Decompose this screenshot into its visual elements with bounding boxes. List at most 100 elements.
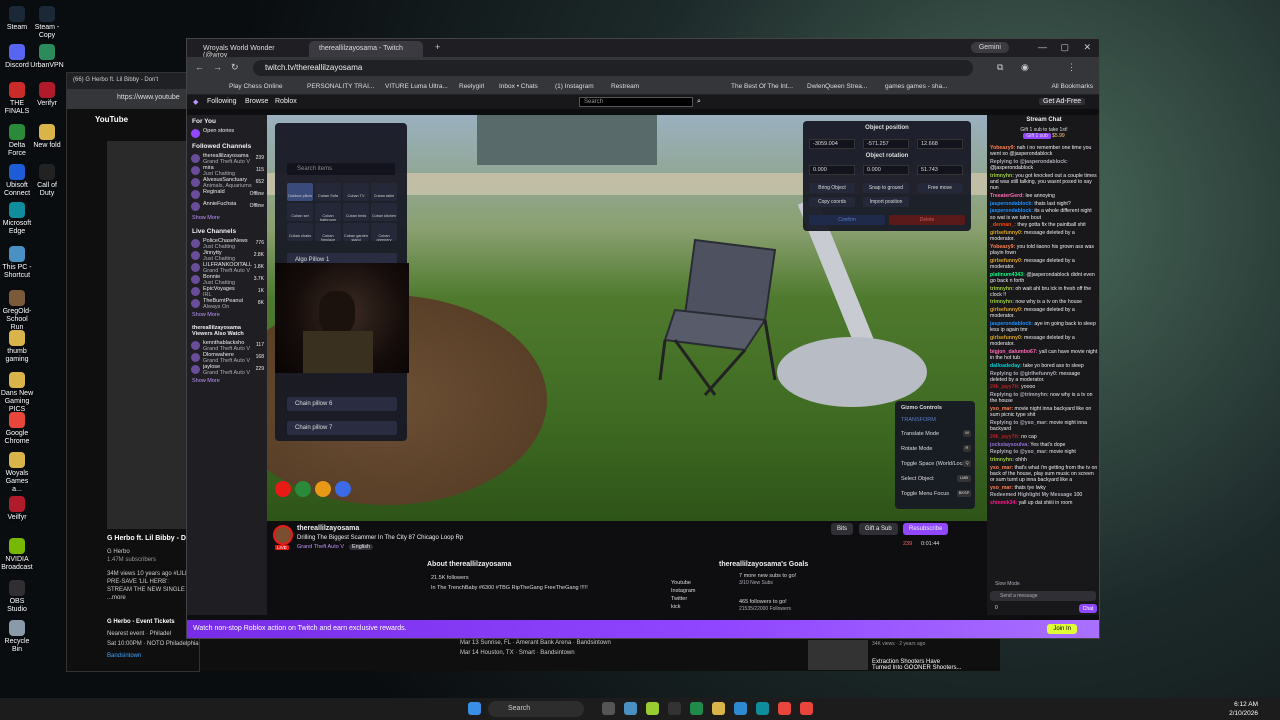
rot-x-input[interactable]: 0.000 (809, 165, 855, 175)
url-input[interactable]: twitch.tv/thereallilzayosama (253, 60, 973, 76)
desktop-icon[interactable]: Delta Force (0, 124, 34, 158)
sidebar-channel[interactable]: PoliceChaseNews Just Chatting 776 (187, 238, 267, 250)
desktop-icon[interactable]: Discord (0, 44, 34, 70)
chat-username[interactable]: 24k_jayy7tt: (990, 434, 1020, 440)
nav-browse[interactable]: Browse (245, 98, 268, 105)
sidebar-channel[interactable]: mira Just Chatting 115 (187, 165, 267, 177)
social-link[interactable]: Twitter (671, 595, 695, 603)
chat-username[interactable]: Replying to @yso_mar: (990, 449, 1048, 455)
chat-username[interactable]: trimnyhn: (990, 299, 1014, 305)
desktop-icon[interactable]: UrbanVPN (30, 44, 64, 70)
event-row[interactable]: Mar 13 Sunrise, FL · Amerant Bank Arena … (460, 640, 611, 646)
get-ad-free-button[interactable]: Get Ad-Free (1039, 98, 1086, 105)
resubscribe-button[interactable]: Resubscribe (903, 523, 949, 535)
desktop-icon[interactable]: GregOld-School Run (0, 290, 34, 332)
event-row[interactable]: Mar 14 Houston, TX · Smart · Bandsintown (460, 650, 575, 656)
new-tab-icon[interactable]: + (435, 42, 440, 52)
reaction-icon[interactable] (295, 481, 311, 497)
delete-button[interactable]: Delete (889, 215, 965, 225)
chat-username[interactable]: girlsefunny0: (990, 258, 1023, 264)
desktop-icon[interactable]: Call of Duty (30, 164, 64, 198)
related-thumbnail[interactable] (808, 640, 868, 670)
youtube-url[interactable]: https://www.youtube (67, 89, 199, 109)
chat-username[interactable]: trimnyhn: (990, 457, 1014, 463)
bookmark-item[interactable]: Restream (611, 83, 639, 90)
tab-wroyals[interactable]: Wroyals World Wonder (@wroy (193, 41, 299, 59)
stream-game[interactable]: Grand Theft Auto V (297, 544, 344, 550)
desktop-icon[interactable]: Ubisoft Connect (0, 164, 34, 198)
overlay-grid-item[interactable]: Cuban bathroom (315, 203, 341, 221)
show-more-live[interactable]: Show More (187, 310, 267, 322)
chat-username[interactable]: Yobeazy9: (990, 244, 1015, 250)
free-move-button[interactable]: Free move (917, 183, 963, 193)
sidebar-channel[interactable]: LILFRANKOOITALL Grand Theft Auto V 1.8K (187, 262, 267, 274)
chat-username[interactable]: _dennan_: (990, 222, 1016, 228)
extensions-icon[interactable]: ⧉ (997, 62, 1003, 73)
start-icon[interactable] (468, 702, 481, 715)
chat-username[interactable]: 24k_jayy7tt: (990, 384, 1020, 390)
chat-username[interactable]: shinmik34: (990, 500, 1017, 506)
chat-username[interactable]: girlsefunny0: (990, 335, 1023, 341)
overlay-grid-item[interactable]: Cuban TV (343, 183, 369, 201)
back-icon[interactable]: ← (195, 62, 204, 72)
bookmark-item[interactable]: games games - sha... (885, 83, 948, 90)
desktop-icon[interactable]: Google Chrome (0, 412, 34, 446)
reaction-icon[interactable] (315, 481, 331, 497)
chat-username[interactable]: girlsefunny0: (990, 307, 1023, 313)
overlay-grid-item[interactable]: Cuban table (371, 183, 397, 201)
chat-username[interactable]: yso_mar: (990, 485, 1013, 491)
sidebar-channel[interactable]: Dlomwahere Grand Theft Auto V 168 (187, 352, 267, 364)
desktop-icon[interactable]: Microsoft Edge (0, 202, 34, 236)
chat-username[interactable]: Yobeazy9: (990, 145, 1015, 151)
forward-icon[interactable]: → (213, 62, 222, 72)
chat-username[interactable]: jasperondablock: (990, 201, 1033, 207)
rot-y-input[interactable]: 0.000 (863, 165, 909, 175)
bookmark-item[interactable]: (1) Instagram (555, 83, 594, 90)
desktop-icon[interactable]: NVIDIA Broadcast (0, 538, 34, 572)
all-bookmarks[interactable]: All Bookmarks (1051, 83, 1093, 90)
reload-icon[interactable]: ↻ (231, 62, 239, 73)
clock[interactable]: 6:12 AM 2/10/2026 (1229, 700, 1258, 718)
language-tag[interactable]: English (349, 544, 374, 550)
snap-to-ground-button[interactable]: Snap to ground (863, 183, 909, 193)
bookmark-item[interactable]: PERSONALITY TRAI... (307, 83, 374, 90)
file-explorer-icon[interactable] (712, 702, 725, 715)
youtube-tab[interactable]: (66) G Herbo ft. Lil Bibby - Don't (67, 73, 199, 89)
chat-username[interactable]: trimnyhn: (990, 286, 1014, 292)
pos-y-input[interactable]: -571.257 (863, 139, 909, 149)
youtube-window[interactable]: (66) G Herbo ft. Lil Bibby - Don't https… (66, 72, 201, 672)
streamer-avatar[interactable] (273, 525, 293, 545)
app-icon[interactable] (734, 702, 747, 715)
edge-icon[interactable] (756, 702, 769, 715)
gizmo-key[interactable]: W (963, 430, 971, 437)
sidebar-channel[interactable]: TheBurntPeanut Always On 8K (187, 298, 267, 310)
overlay-grid-item[interactable]: Cuban kitchen (371, 203, 397, 221)
desktop-icon[interactable]: Dans New Gaming PICS (0, 372, 34, 414)
sidebar-channel[interactable]: Bonnie Just Chatting 3.7K (187, 274, 267, 286)
sidebar-channel[interactable]: AnnieFuchsia Offline (187, 201, 267, 213)
overlay-grid-item[interactable]: Cuban greenery (371, 223, 397, 241)
gizmo-key[interactable]: R (963, 445, 971, 452)
overlay-search-input[interactable]: Search items (287, 163, 395, 175)
streamer-name[interactable]: thereallilzayosama (297, 525, 359, 532)
twitch-logo-icon[interactable]: ◆ (193, 98, 198, 106)
chat-username[interactable]: TreeaterGerd: (990, 193, 1024, 199)
channel-points[interactable]: 0 (995, 605, 998, 611)
overlay-grid-item[interactable]: Cuban Sofa (315, 183, 341, 201)
browser-window[interactable]: Wroyals World Wonder (@wroy thereallilza… (186, 38, 1100, 639)
sidebar-channel[interactable]: kennthablacksho Grand Theft Auto V 117 (187, 340, 267, 352)
social-link[interactable]: kick (671, 603, 695, 611)
sidebar-channel[interactable]: thereallilzayosama Grand Theft Auto V 239 (187, 153, 267, 165)
show-more-also[interactable]: Show More (187, 376, 267, 388)
chrome-icon[interactable] (778, 702, 791, 715)
chat-username[interactable]: Replying to @yso_mar: (990, 420, 1048, 426)
open-stories[interactable]: Open stories (187, 128, 267, 140)
chat-username[interactable]: jockstaysoulva: (990, 442, 1029, 448)
bookmark-item[interactable]: Reelygirl (459, 83, 484, 90)
show-more-followed[interactable]: Show More (187, 213, 267, 225)
sidebar-channel[interactable]: Reginald Offline (187, 189, 267, 201)
reaction-icon[interactable] (335, 481, 351, 497)
bookmark-item[interactable]: DwlenQueen Strea... (807, 83, 867, 90)
chat-username[interactable]: Replying to @jasperondablock: (990, 159, 1068, 165)
twitch-search-input[interactable]: Search (579, 97, 693, 107)
